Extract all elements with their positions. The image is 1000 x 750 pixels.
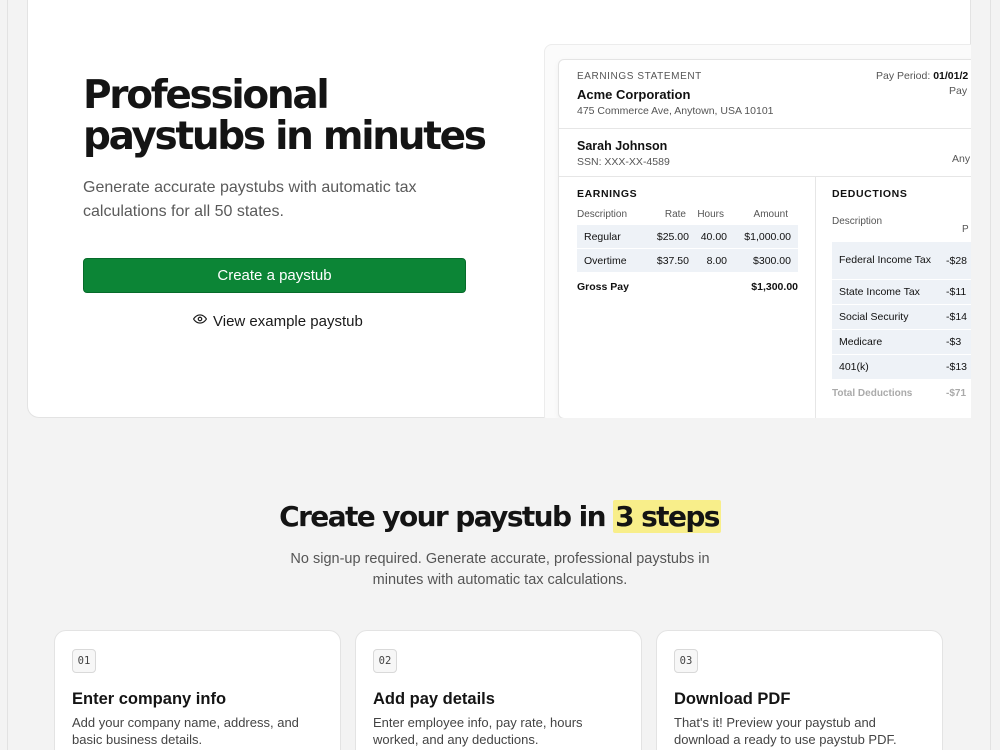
step-card: 01 Enter company info Add your company n… [54,630,341,750]
pay-period: Pay Period: 01/01/2 [876,70,968,82]
employee-right-text: Any [952,153,971,165]
cell-amount: $1,000.00 [744,230,791,243]
cell-description: Regular [584,230,621,243]
col-rate: Rate [664,209,686,220]
cell-description: Social Security [839,311,909,323]
company-address: 475 Commerce Ave, Anytown, USA 10101 [577,105,774,117]
step-title: Add pay details [373,690,495,708]
col-amount: Amount [753,209,788,220]
paystub-preview-clip: EARNINGS STATEMENT Acme Corporation 475 … [27,0,971,418]
table-row: State Income Tax -$11 [832,280,971,305]
gross-pay-label: Gross Pay [577,281,629,293]
pay-period-value: 01/01/2 [933,70,969,82]
col-partial: P [962,224,969,235]
cell-description: 401(k) [839,361,869,373]
step-title: Download PDF [674,690,791,708]
column-divider [815,176,816,418]
table-row: 401(k) -$13 [832,355,971,380]
col-hours: Hours [697,209,724,220]
cell-amount: -$11 [946,286,967,298]
step-title: Enter company info [72,690,227,708]
employee-name: Sarah Johnson [577,139,668,153]
cell-amount: -$28 [946,254,968,267]
step-description: Add your company name, address, and basi… [72,715,299,747]
earnings-section: EARNINGS Description Rate Hours Amount R… [577,188,798,293]
steps-title: Create your paystub in 3 steps [0,500,1000,533]
table-row: Medicare -$3 [832,330,971,355]
cell-description: State Income Tax [839,286,920,298]
cell-description: Overtime [584,254,627,267]
employee-ssn: SSN: XXX-XX-4589 [577,156,670,168]
gross-pay-row: Gross Pay $1,300.00 [577,281,798,293]
paystub-header: EARNINGS STATEMENT Acme Corporation 475 … [577,71,774,117]
step-number-badge: 01 [72,649,96,673]
steps-title-highlight: 3 steps [613,500,721,533]
table-row: Social Security -$14 [832,305,971,330]
col-description: Description [832,216,883,227]
statement-label: EARNINGS STATEMENT [577,71,702,82]
cell-amount: $300.00 [753,254,791,267]
employee-info: Sarah Johnson SSN: XXX-XX-4589 [577,139,670,168]
total-deductions-label: Total Deductions [832,388,913,399]
gross-pay-value: $1,300.00 [751,281,798,293]
step-card: 03 Download PDF That's it! Preview your … [656,630,943,750]
cell-hours: 40.00 [700,230,727,243]
divider [559,128,971,129]
step-number-badge: 02 [373,649,397,673]
cell-rate: $25.00 [656,230,689,243]
step-card: 02 Add pay details Enter employee info, … [355,630,642,750]
cell-description: Federal Income Tax [839,254,932,266]
cell-rate: $37.50 [656,254,689,267]
page-border-right [990,0,991,750]
table-row: Overtime $37.50 8.00 $300.00 [577,249,798,273]
total-deductions-row: Total Deductions -$71 [832,388,971,399]
page-border-left [7,0,8,750]
step-description: Enter employee info, pay rate, hours wor… [373,715,583,747]
earnings-header-row: Description Rate Hours Amount [577,209,798,220]
cell-amount: -$14 [946,311,968,323]
steps-subtitle: No sign-up required. Generate accurate, … [290,551,710,588]
steps-title-prefix: Create your paystub in [279,500,606,533]
col-description: Description [577,209,628,220]
step-description: That's it! Preview your paystub and down… [674,715,897,747]
total-deductions-value: -$71 [946,388,967,399]
earnings-title: EARNINGS [577,188,638,200]
paystub-preview: EARNINGS STATEMENT Acme Corporation 475 … [558,59,971,418]
divider [559,176,971,177]
pay-period-sub: Pay [949,85,968,97]
table-row: Federal Income Tax -$28 [832,242,971,280]
table-row: Regular $25.00 40.00 $1,000.00 [577,225,798,249]
cell-hours: 8.00 [706,254,727,267]
deductions-section: DEDUCTIONS Description P Federal Income … [832,188,971,399]
company-name: Acme Corporation [577,87,691,102]
cell-description: Medicare [839,336,883,348]
deductions-header-row: Description P [832,216,971,242]
cell-amount: -$13 [946,361,968,373]
cell-amount: -$3 [946,336,962,348]
pay-period-label: Pay Period: [876,70,931,82]
deductions-title: DEDUCTIONS [832,188,908,200]
step-number-badge: 03 [674,649,698,673]
